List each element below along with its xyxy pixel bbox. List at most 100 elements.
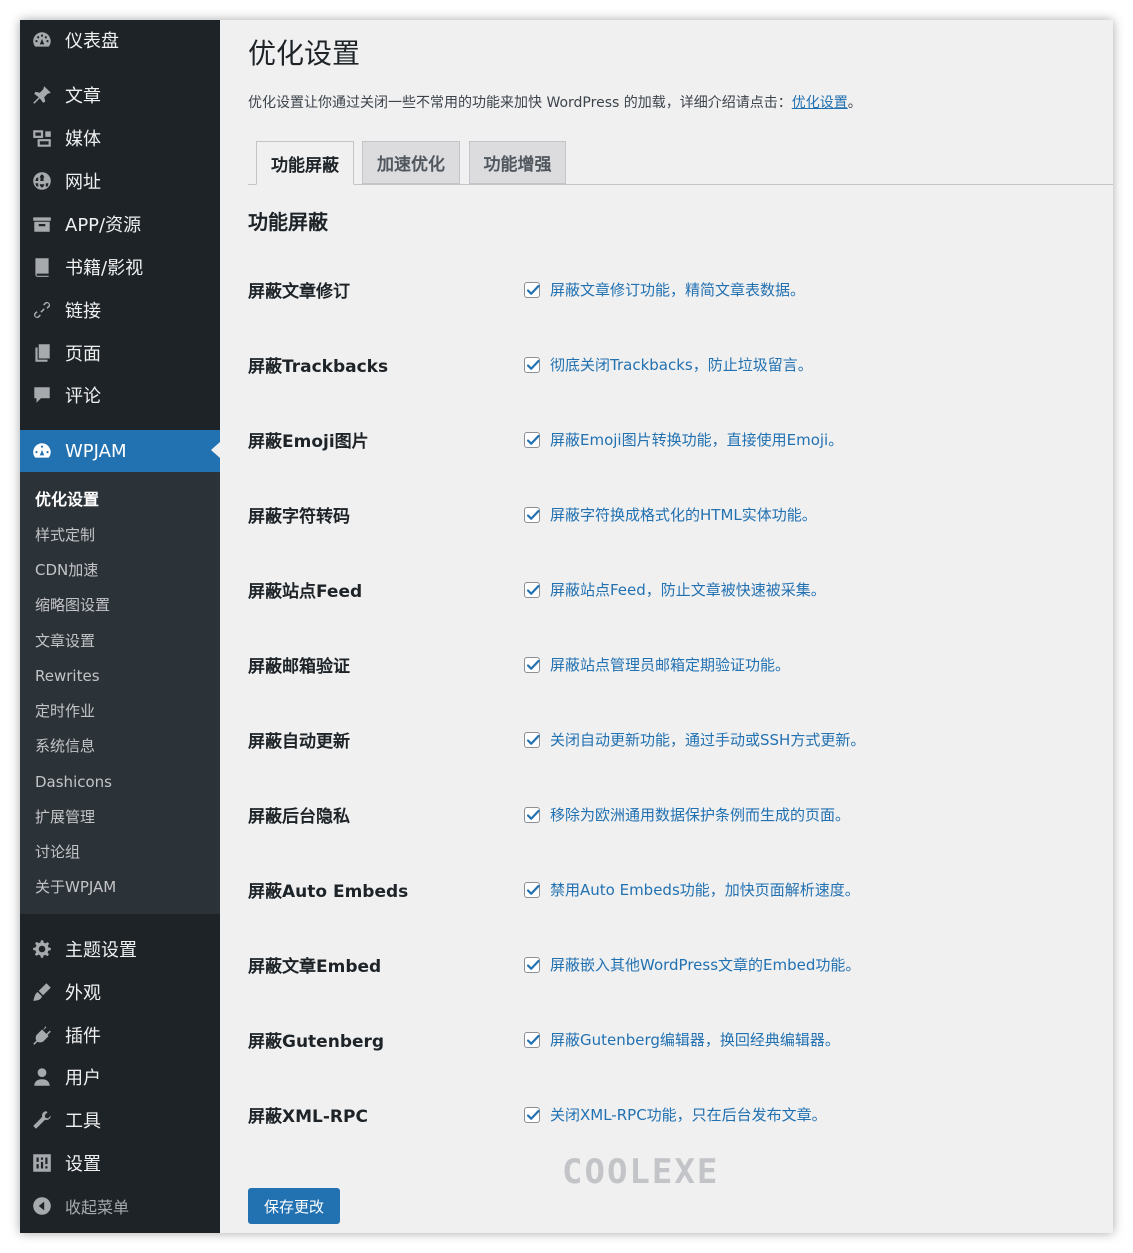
sidebar-item-label: 媒体 — [65, 129, 101, 150]
submenu-item-optimize[interactable]: 优化设置 — [35, 488, 99, 512]
setting-option[interactable]: 关闭XML-RPC功能，只在后台发布文章。 — [524, 1104, 827, 1125]
sidebar-item-users[interactable]: 用户 — [20, 1057, 220, 1097]
book-icon — [31, 256, 53, 278]
setting-checkbox[interactable] — [524, 731, 540, 748]
sidebar-item-tools[interactable]: 工具 — [20, 1100, 220, 1140]
page-description: 优化设置让你通过关闭一些不常用的功能来加快 WordPress 的加载，详细介绍… — [248, 92, 862, 112]
sidebar-collapse-menu[interactable]: 收起菜单 — [20, 1186, 220, 1226]
setting-option[interactable]: 屏蔽站点管理员邮箱定期验证功能。 — [524, 654, 790, 675]
sidebar-item-apps[interactable]: APP/资源 — [20, 204, 220, 244]
setting-option-text: 屏蔽文章修订功能，精简文章表数据。 — [550, 281, 806, 299]
tab-feature-block[interactable]: 功能屏蔽 — [256, 141, 354, 185]
checkmark-icon — [526, 734, 540, 745]
checkmark-icon — [526, 809, 540, 820]
gear-icon — [31, 938, 53, 960]
setting-checkbox[interactable] — [524, 806, 540, 823]
setting-checkbox[interactable] — [524, 881, 540, 898]
submenu-item-rewrites[interactable]: Rewrites — [35, 664, 100, 688]
sidebar-item-media[interactable]: 媒体 — [20, 118, 220, 158]
setting-label: 屏蔽文章修订 — [248, 282, 350, 302]
sidebar-item-theme-settings[interactable]: 主题设置 — [20, 929, 220, 969]
setting-option-text: 关闭XML-RPC功能，只在后台发布文章。 — [550, 1106, 827, 1124]
submenu-item-post-settings[interactable]: 文章设置 — [35, 629, 95, 653]
setting-option[interactable]: 屏蔽Emoji图片转换功能，直接使用Emoji。 — [524, 429, 843, 450]
setting-checkbox[interactable] — [524, 281, 540, 298]
sidebar-item-label: 网址 — [65, 172, 101, 193]
setting-option[interactable]: 屏蔽文章修订功能，精简文章表数据。 — [524, 279, 805, 300]
setting-label: 屏蔽Auto Embeds — [248, 882, 409, 902]
collapse-label: 收起菜单 — [65, 1198, 130, 1217]
setting-checkbox[interactable] — [524, 1031, 540, 1048]
setting-option-text: 彻底关闭Trackbacks，防止垃圾留言。 — [550, 356, 813, 374]
sidebar-item-pages[interactable]: 页面 — [20, 333, 220, 373]
sidebar-item-label: 评论 — [65, 386, 101, 407]
sidebar-item-label: 用户 — [65, 1068, 101, 1089]
setting-checkbox[interactable] — [524, 581, 540, 598]
submenu-item-thumbnail[interactable]: 缩略图设置 — [35, 593, 110, 617]
pin-icon — [31, 84, 53, 106]
sidebar-item-books[interactable]: 书籍/影视 — [20, 247, 220, 287]
checkmark-icon — [526, 1034, 540, 1045]
setting-option[interactable]: 屏蔽字符换成格式化的HTML实体功能。 — [524, 504, 817, 525]
setting-option-text: 屏蔽站点Feed，防止文章被快速被采集。 — [550, 581, 826, 599]
sidebar-item-wpjam[interactable]: WPJAM — [20, 430, 220, 472]
setting-option[interactable]: 移除为欧洲通用数据保护条例而生成的页面。 — [524, 804, 850, 825]
setting-checkbox[interactable] — [524, 356, 540, 373]
sidebar-item-plugins[interactable]: 插件 — [20, 1015, 220, 1055]
submenu-item-discussion[interactable]: 讨论组 — [35, 840, 80, 864]
sidebar-item-comments[interactable]: 评论 — [20, 375, 220, 415]
setting-label: 屏蔽字符转码 — [248, 507, 350, 527]
setting-label: 屏蔽站点Feed — [248, 582, 363, 602]
description-link[interactable]: 优化设置 — [792, 95, 848, 111]
sidebar-item-posts[interactable]: 文章 — [20, 75, 220, 115]
sidebar-item-settings[interactable]: 设置 — [20, 1143, 220, 1183]
setting-option[interactable]: 屏蔽Gutenberg编辑器，换回经典编辑器。 — [524, 1029, 840, 1050]
checkmark-icon — [526, 1109, 540, 1120]
wp-admin-window: 仪表盘 文章 媒体 网址 APP/资源 书籍/影视 链接 页面 评论 WPJAM… — [20, 20, 1113, 1233]
save-button[interactable]: 保存更改 — [248, 1188, 340, 1224]
checkmark-icon — [526, 284, 540, 295]
setting-option[interactable]: 关闭自动更新功能，通过手动或SSH方式更新。 — [524, 729, 865, 750]
admin-sidebar: 仪表盘 文章 媒体 网址 APP/资源 书籍/影视 链接 页面 评论 WPJAM… — [20, 20, 220, 1233]
sidebar-item-label: 书籍/影视 — [65, 258, 144, 279]
submenu-item-system-info[interactable]: 系统信息 — [35, 734, 95, 758]
submenu-item-extensions[interactable]: 扩展管理 — [35, 805, 95, 829]
setting-option-text: 移除为欧洲通用数据保护条例而生成的页面。 — [550, 806, 851, 824]
sidebar-item-appearance[interactable]: 外观 — [20, 972, 220, 1012]
tab-feature-enhance[interactable]: 功能增强 — [469, 141, 566, 184]
tab-speed-optimize[interactable]: 加速优化 — [362, 141, 460, 184]
setting-option[interactable]: 禁用Auto Embeds功能，加快页面解析速度。 — [524, 879, 860, 900]
sidebar-item-label: 链接 — [65, 301, 101, 322]
wrench-icon — [31, 1109, 53, 1131]
sidebar-item-label: 插件 — [65, 1026, 101, 1047]
setting-label: 屏蔽邮箱验证 — [248, 657, 350, 677]
checkmark-icon — [526, 959, 540, 970]
setting-option[interactable]: 屏蔽嵌入其他WordPress文章的Embed功能。 — [524, 954, 860, 975]
setting-option[interactable]: 彻底关闭Trackbacks，防止垃圾留言。 — [524, 354, 813, 375]
sidebar-item-links[interactable]: 链接 — [20, 290, 220, 330]
setting-checkbox[interactable] — [524, 1106, 540, 1123]
submenu-item-dashicons[interactable]: Dashicons — [35, 770, 112, 794]
setting-label: 屏蔽Trackbacks — [248, 357, 389, 377]
sidebar-item-label: 主题设置 — [65, 940, 137, 961]
section-title: 功能屏蔽 — [248, 210, 328, 234]
setting-option-text: 屏蔽Emoji图片转换功能，直接使用Emoji。 — [550, 431, 844, 449]
submenu-item-about[interactable]: 关于WPJAM — [35, 875, 116, 899]
comment-icon — [31, 384, 53, 406]
submenu-item-style[interactable]: 样式定制 — [35, 523, 95, 547]
sidebar-item-sites[interactable]: 网址 — [20, 161, 220, 201]
sidebar-item-dashboard[interactable]: 仪表盘 — [20, 20, 220, 60]
wpjam-submenu: 优化设置 样式定制 CDN加速 缩略图设置 文章设置 Rewrites 定时作业… — [20, 472, 220, 914]
setting-checkbox[interactable] — [524, 506, 540, 523]
main-content: 优化设置 优化设置让你通过关闭一些不常用的功能来加快 WordPress 的加载… — [220, 20, 1113, 1233]
sidebar-item-label: APP/资源 — [65, 215, 142, 236]
settings-icon — [31, 1152, 53, 1174]
submenu-item-cron[interactable]: 定时作业 — [35, 699, 95, 723]
submenu-item-cdn[interactable]: CDN加速 — [35, 558, 98, 582]
setting-option[interactable]: 屏蔽站点Feed，防止文章被快速被采集。 — [524, 579, 826, 600]
checkmark-icon — [526, 509, 540, 520]
setting-checkbox[interactable] — [524, 656, 540, 673]
setting-checkbox[interactable] — [524, 431, 540, 448]
setting-checkbox[interactable] — [524, 956, 540, 973]
watermark: COOLEXE — [562, 1152, 720, 1192]
